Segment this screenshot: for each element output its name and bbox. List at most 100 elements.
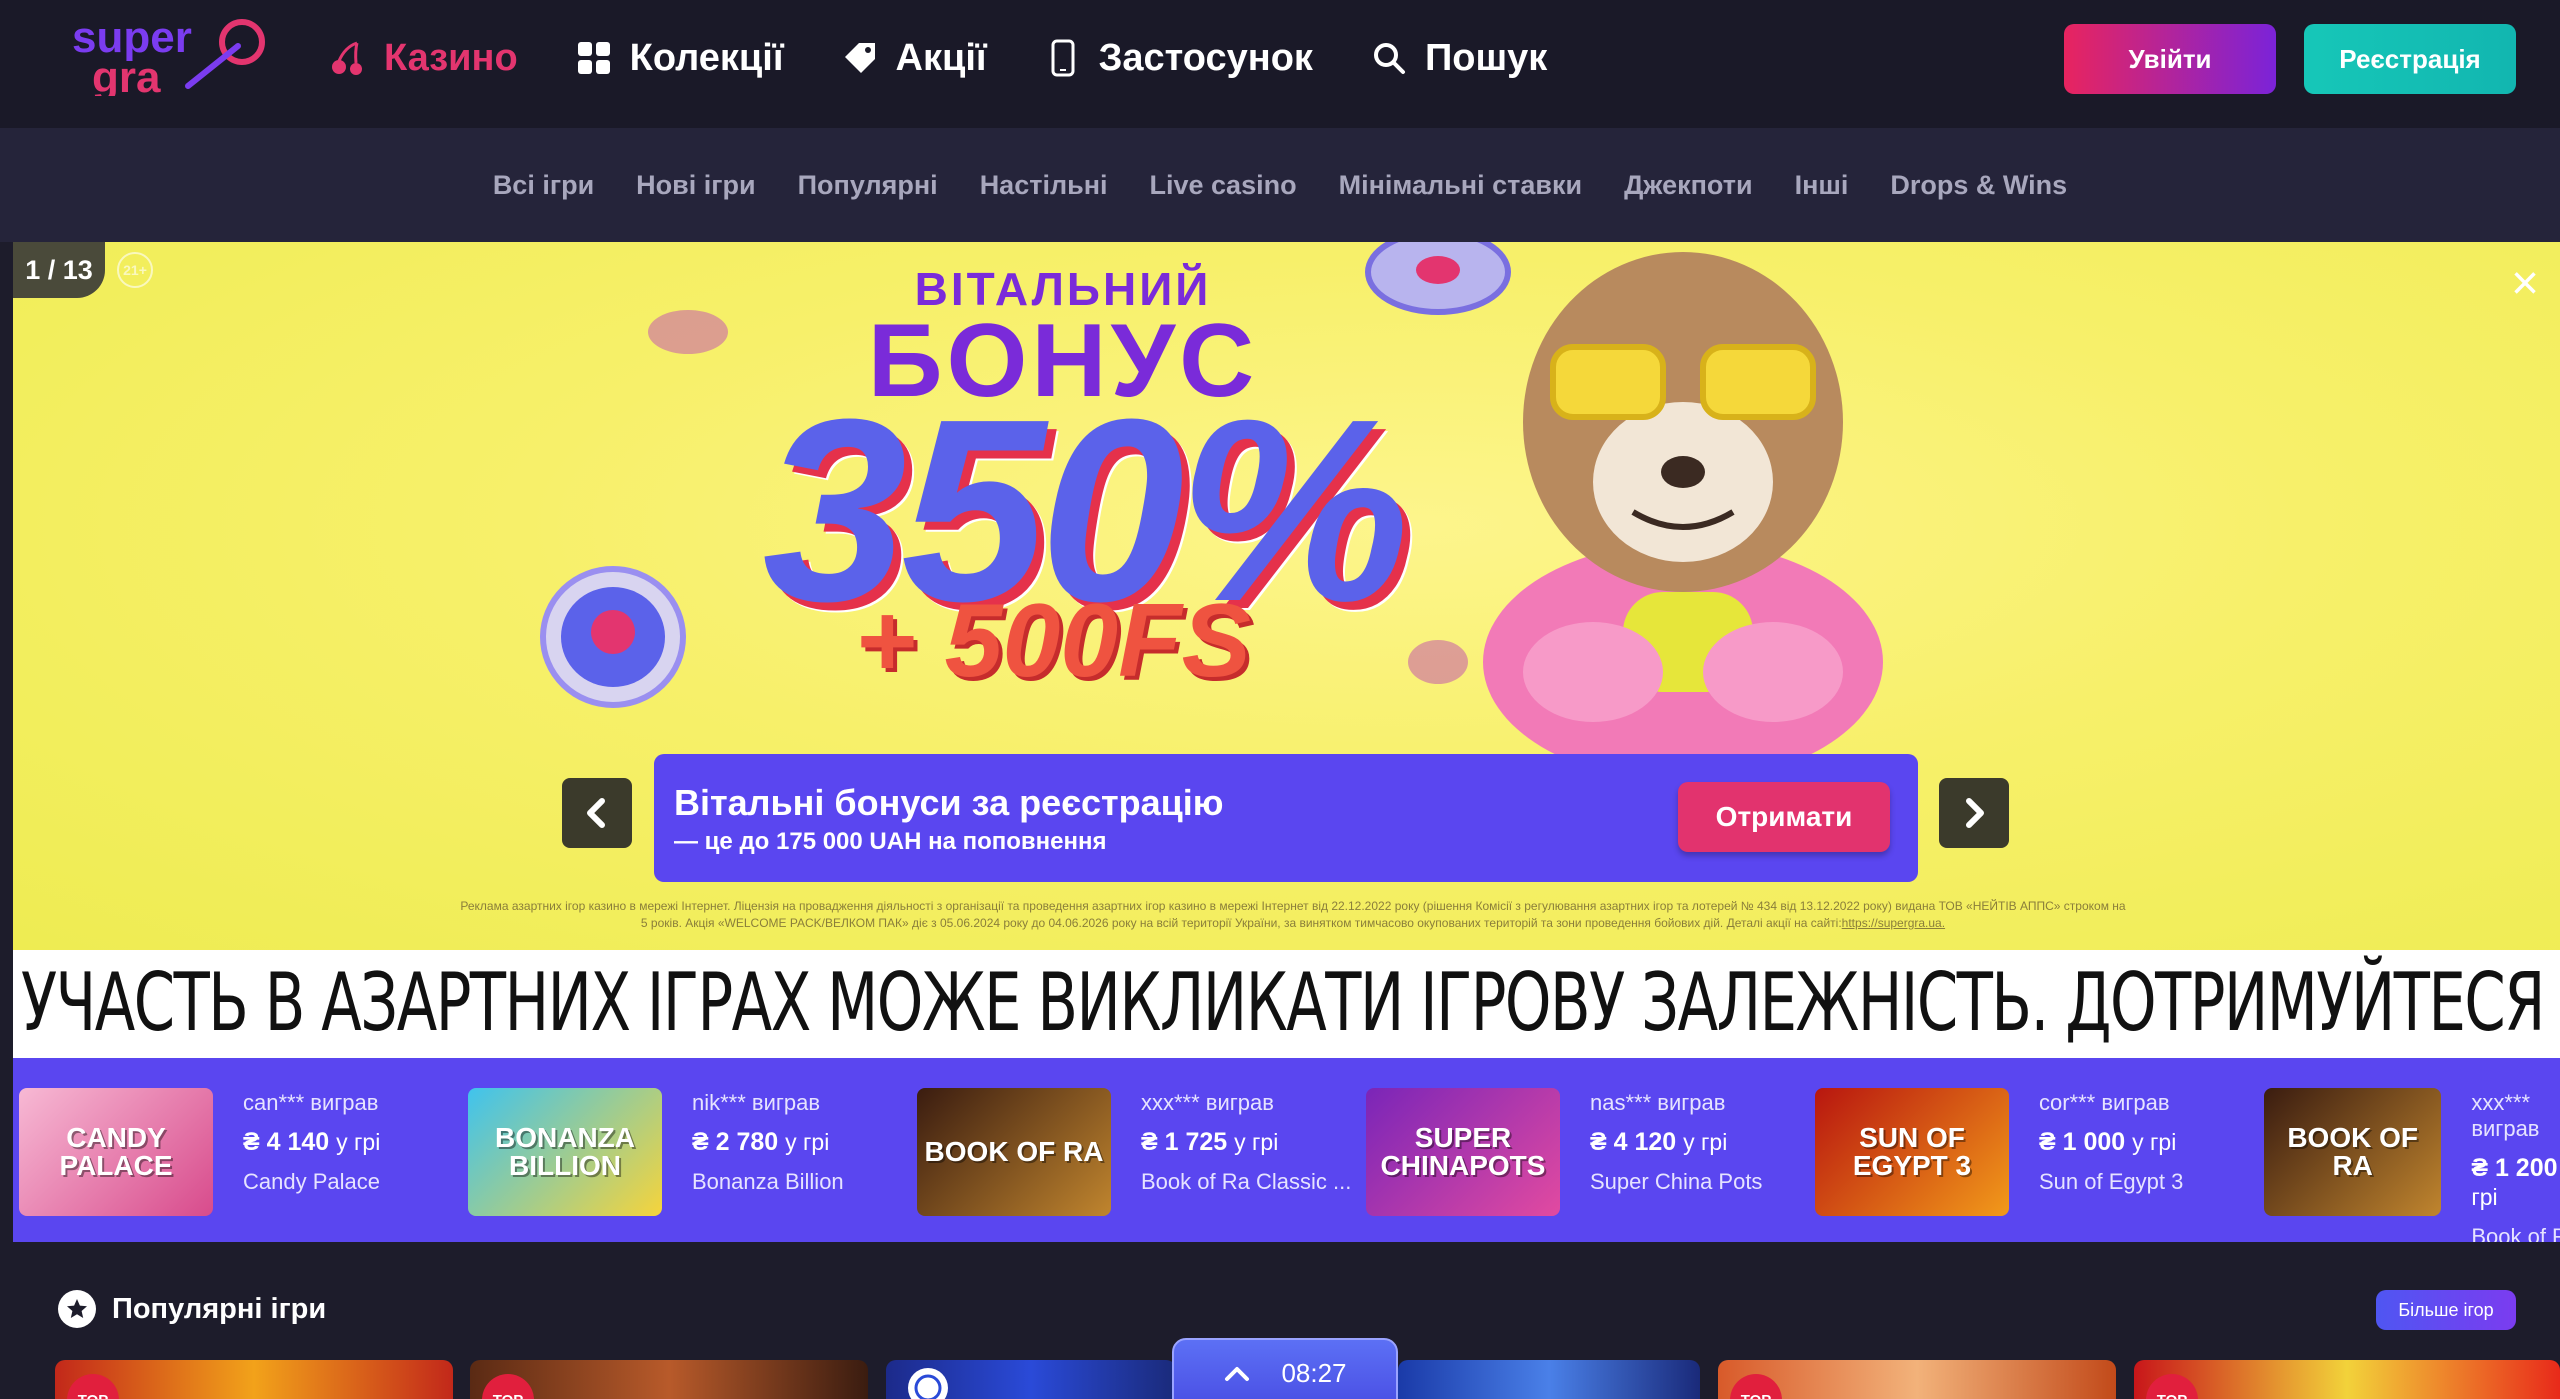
win-amount: ₴ 2 780 xyxy=(692,1128,779,1156)
category-jackpots[interactable]: Джекпоти xyxy=(1624,170,1753,201)
thumbnail-label: SUN OF EGYPT 3 xyxy=(1852,1122,1972,1181)
win-user: nas*** виграв xyxy=(1590,1090,1726,1115)
mascot-illustration xyxy=(1483,252,1883,754)
win-item[interactable]: BOOK OF RA xxx*** виграв ₴ 1 725 у грі Book… xyxy=(917,1088,1351,1216)
game-card[interactable]: TOP xyxy=(1718,1360,2116,1399)
top-badge: TOP xyxy=(2146,1374,2198,1399)
slide-counter: 1 / 13 xyxy=(13,242,105,298)
more-games-button[interactable]: Більше ігор xyxy=(2376,1290,2516,1330)
win-item[interactable]: SUPER CHINAPOTS nas*** виграв ₴ 4 120 у гр… xyxy=(1366,1088,1762,1216)
prev-slide-button[interactable] xyxy=(562,778,632,848)
disclaimer-link[interactable]: https://supergra.ua. xyxy=(1842,916,1945,930)
game-thumbnail[interactable]: BOOK OF RA xyxy=(917,1088,1111,1216)
win-amount: ₴ 1 200 xyxy=(2471,1154,2558,1182)
win-amount-suffix: у грі xyxy=(785,1129,830,1155)
game-card[interactable]: TOP xyxy=(2134,1360,2560,1399)
thumbnail-label: SUPER CHINAPOTS xyxy=(1380,1122,1546,1181)
win-details: nas*** виграв ₴ 4 120 у грі Super China Po… xyxy=(1590,1090,1762,1195)
thumbnail-label: BOOK OF RA xyxy=(2287,1122,2418,1181)
recent-wins-strip: CANDY PALACE can*** виграв ₴ 4 140 у грі Ca… xyxy=(13,1058,2560,1242)
win-game-name[interactable]: Sun of Egypt 3 xyxy=(2039,1169,2183,1195)
win-game-name[interactable]: Super China Pots xyxy=(1590,1169,1762,1195)
win-details: xxx*** виграв ₴ 1 200 у грі Book of Ra xyxy=(2471,1090,2560,1242)
win-item[interactable]: CANDY PALACE can*** виграв ₴ 4 140 у грі Ca… xyxy=(19,1088,380,1216)
win-amount-row: ₴ 1 200 у грі xyxy=(2471,1154,2560,1212)
game-card[interactable] xyxy=(1398,1360,1700,1399)
win-user: xxx*** виграв xyxy=(1141,1090,1274,1115)
win-user: nik*** виграв xyxy=(692,1090,821,1115)
nav-item-label: Акції xyxy=(895,36,987,79)
nav-item-promotions[interactable]: Акції xyxy=(840,37,987,80)
top-badge: TOP xyxy=(67,1374,119,1399)
category-new-games[interactable]: Нові ігри xyxy=(636,170,755,201)
game-thumbnail[interactable]: CANDY PALACE xyxy=(19,1088,213,1216)
game-thumbnail[interactable]: SUN OF EGYPT 3 xyxy=(1815,1088,2009,1216)
game-card[interactable]: TOP xyxy=(55,1360,453,1399)
win-user: cor*** виграв xyxy=(2039,1090,2170,1115)
promo-banner: 1 / 13 21+ × ВІТАЛЬНИЙ БОНУС 350% + 500F… xyxy=(13,242,2560,950)
disclaimer-line: 5 років. Акція «WELCOME PACK/ВЕЛКОМ ПАК»… xyxy=(640,916,1842,930)
disclaimer-line: Реклама азартних ігор казино в мережі Ін… xyxy=(460,899,2126,913)
category-table[interactable]: Настільні xyxy=(980,170,1108,201)
promo-info-card: Вітальні бонуси за реєстрацію — це до 17… xyxy=(654,754,1918,882)
age-badge: 21+ xyxy=(117,252,153,288)
game-thumbnail[interactable]: SUPER CHINAPOTS xyxy=(1366,1088,1560,1216)
thumbnail-label: BOOK OF RA xyxy=(924,1136,1104,1167)
gambling-warning-text: УЧАСТЬ В АЗАРТНИХ ІГРАХ МОЖЕ ВИКЛИКАТИ І… xyxy=(21,956,2560,1049)
supergra-logo[interactable]: super gra xyxy=(68,12,276,96)
gambling-warning-strip: УЧАСТЬ В АЗАРТНИХ ІГРАХ МОЖЕ ВИКЛИКАТИ І… xyxy=(13,950,2560,1058)
win-amount: ₴ 4 120 xyxy=(1590,1128,1677,1156)
category-nav: Всі ігри Нові ігри Популярні Настільні L… xyxy=(0,128,2560,242)
win-amount-row: ₴ 2 780 у грі xyxy=(692,1128,844,1157)
legal-disclaimer: Реклама азартних ігор казино в мережі Ін… xyxy=(213,898,2373,932)
nav-item-collections[interactable]: Колекції xyxy=(574,37,784,80)
chevron-left-icon xyxy=(587,798,605,828)
nav-item-search[interactable]: Пошук xyxy=(1369,37,1547,80)
win-game-name[interactable]: Bonanza Billion xyxy=(692,1169,844,1195)
svg-text:gra: gra xyxy=(92,53,161,96)
close-icon[interactable]: × xyxy=(2503,260,2547,308)
win-item[interactable]: BOOK OF RA xxx*** виграв ₴ 1 200 у грі Book… xyxy=(2264,1088,2560,1242)
win-amount-row: ₴ 4 120 у грі xyxy=(1590,1128,1762,1157)
top-header: super gra Казино Колекції Акції Застосун… xyxy=(0,0,2560,128)
top-badge: TOP xyxy=(482,1374,534,1399)
win-amount: ₴ 4 140 xyxy=(243,1128,330,1156)
game-thumbnail[interactable]: BONANZA BILLION xyxy=(468,1088,662,1216)
thumbnail-label: BONANZA BILLION xyxy=(495,1122,635,1181)
category-drops-wins[interactable]: Drops & Wins xyxy=(1890,170,2067,201)
tag-icon xyxy=(840,38,880,78)
win-amount-suffix: у грі xyxy=(1234,1129,1279,1155)
win-details: cor*** виграв ₴ 1 000 у грі Sun of Egypt 3 xyxy=(2039,1090,2183,1195)
win-amount-suffix: у грі xyxy=(336,1129,381,1155)
win-item[interactable]: SUN OF EGYPT 3 cor*** виграв ₴ 1 000 у грі… xyxy=(1815,1088,2183,1216)
category-all-games[interactable]: Всі ігри xyxy=(493,170,594,201)
chevron-right-icon xyxy=(1966,798,1984,828)
win-game-name[interactable]: Book of Ra xyxy=(2471,1224,2560,1242)
cherry-icon xyxy=(328,38,368,78)
star-icon xyxy=(58,1290,96,1328)
game-card[interactable]: TOP xyxy=(470,1360,868,1399)
get-bonus-button[interactable]: Отримати xyxy=(1678,782,1890,852)
nav-item-casino[interactable]: Казино xyxy=(328,37,518,80)
game-thumbnail[interactable]: BOOK OF RA xyxy=(2264,1088,2442,1216)
login-button[interactable]: Увійти xyxy=(2064,24,2276,94)
category-other[interactable]: Інші xyxy=(1795,170,1849,201)
win-user: xxx*** виграв xyxy=(2471,1090,2540,1141)
nav-item-app[interactable]: Застосунок xyxy=(1043,37,1313,80)
category-popular[interactable]: Популярні xyxy=(798,170,938,201)
win-game-name[interactable]: Book of Ra Classic ... xyxy=(1141,1169,1351,1195)
win-game-name[interactable]: Candy Palace xyxy=(243,1169,380,1195)
game-card[interactable] xyxy=(886,1360,1176,1399)
win-user: can*** виграв xyxy=(243,1090,379,1115)
win-details: can*** виграв ₴ 4 140 у грі Candy Palace xyxy=(243,1090,380,1195)
win-amount-suffix: у грі xyxy=(2132,1129,2177,1155)
session-timer[interactable]: 08:27 xyxy=(1172,1338,1398,1399)
category-min-bets[interactable]: Мінімальні ставки xyxy=(1339,170,1582,201)
win-item[interactable]: BONANZA BILLION nik*** виграв ₴ 2 780 у гр… xyxy=(468,1088,844,1216)
grid-icon xyxy=(574,38,614,78)
category-live-casino[interactable]: Live casino xyxy=(1150,170,1297,201)
register-button[interactable]: Реєстрація xyxy=(2304,24,2516,94)
win-amount: ₴ 1 725 xyxy=(1141,1128,1228,1156)
win-amount-row: ₴ 1 000 у грі xyxy=(2039,1128,2183,1157)
next-slide-button[interactable] xyxy=(1939,778,2009,848)
